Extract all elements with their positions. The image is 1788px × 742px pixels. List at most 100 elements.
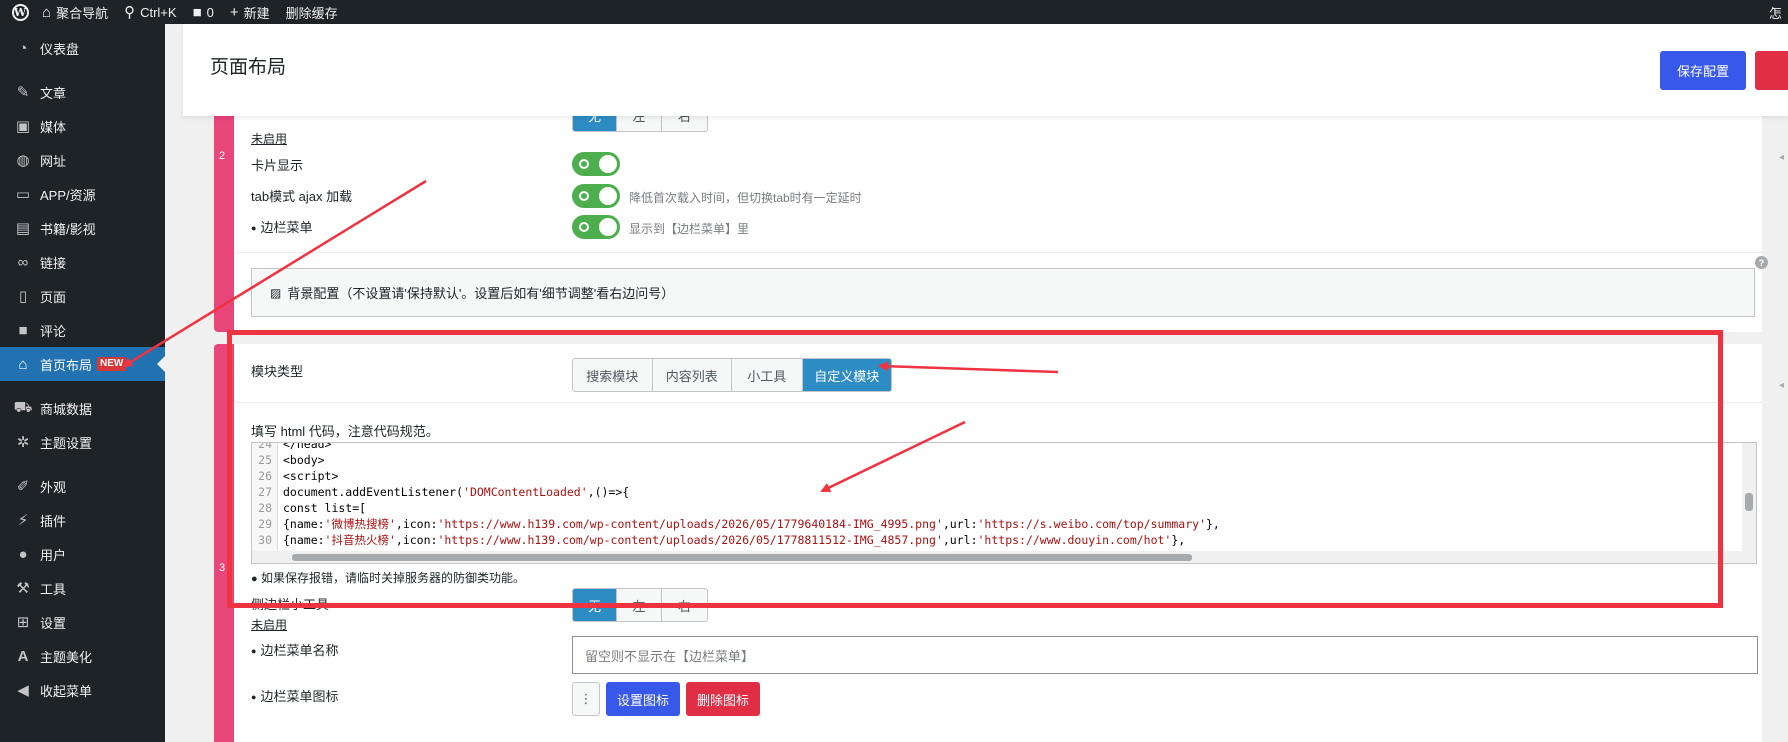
- reset-button[interactable]: [1755, 51, 1788, 90]
- sidebar-item-label: 外观: [40, 479, 67, 495]
- sidebar-menu-toggle[interactable]: [572, 215, 620, 239]
- sidebar-widget-left-button[interactable]: 左: [617, 589, 662, 621]
- sidebar-item-pages[interactable]: ▯ 页面: [0, 279, 165, 313]
- adminbar-comments[interactable]: ■ 0: [185, 0, 222, 24]
- sidebar-item-plugins[interactable]: ⚡ 插件: [0, 503, 165, 537]
- collapse-marker-icon: ◂: [1779, 152, 1785, 163]
- layout-panel-2: 2 无 左 右 未启用 卡片显示 tab模式 ajax 加载 降低首次载入时间，…: [214, 98, 1768, 332]
- sidebar-item-theme-settings[interactable]: ✲ 主题设置: [0, 425, 165, 459]
- tab-ajax-toggle[interactable]: [572, 184, 620, 208]
- sidebar-item-label: 用户: [40, 547, 67, 563]
- sidebar-collapse-menu[interactable]: ◀ 收起菜单: [0, 673, 165, 707]
- sidebar-item-media[interactable]: ▣ 媒体: [0, 109, 165, 143]
- brush-icon: ✐: [16, 478, 30, 495]
- help-icon[interactable]: ?: [1755, 256, 1768, 269]
- module-content-list-button[interactable]: 内容列表: [653, 359, 732, 391]
- info-icon: ●: [251, 573, 258, 585]
- icon-more-button[interactable]: ⋮: [572, 682, 600, 716]
- sidebar-item-label: 商城数据: [40, 401, 93, 417]
- sidebar-item-tools[interactable]: ⚒ 工具: [0, 571, 165, 605]
- sidebar-widget-none-button[interactable]: 无: [573, 589, 618, 621]
- sidebar-menu-icon-label: 边栏菜单图标: [251, 686, 338, 705]
- line-number: 24: [252, 443, 278, 452]
- tab-ajax-hint: 降低首次载入时间，但切换tab时有一定延时: [629, 191, 862, 205]
- sidebar-item-settings[interactable]: ⊞ 设置: [0, 605, 165, 639]
- sidebar-item-app[interactable]: ▭ APP/资源: [0, 177, 165, 211]
- sidebar-menu-label: 边栏菜单: [251, 217, 312, 236]
- panel-color-bar[interactable]: [214, 344, 234, 742]
- set-icon-button[interactable]: 设置图标: [606, 682, 680, 716]
- card-display-label: 卡片显示: [251, 158, 304, 173]
- sidebar-item-label: 页面: [40, 289, 67, 305]
- code-line: {name:'抖音热火榜',icon:'https://www.h139.com…: [283, 533, 1186, 547]
- line-number: 30: [252, 532, 278, 548]
- sidebar-item-posts[interactable]: ✎ 文章: [0, 75, 165, 109]
- horizontal-scroll-thumb[interactable]: [292, 554, 1192, 561]
- adminbar-new[interactable]: + 新建: [222, 0, 278, 24]
- home-icon: ⌂: [42, 3, 52, 21]
- home-icon: ⌂: [18, 355, 28, 373]
- wordpress-logo-icon[interactable]: W: [6, 0, 34, 24]
- adminbar-clear-cache[interactable]: 删除缓存: [278, 0, 346, 24]
- sidebar-item-comments[interactable]: ■ 评论: [0, 313, 165, 347]
- comment-icon: ■: [192, 3, 202, 21]
- line-number: 25: [252, 452, 278, 468]
- image-icon: ▨: [270, 285, 282, 300]
- page-title: 页面布局: [210, 57, 287, 78]
- media-icon: ▣: [15, 118, 31, 135]
- sidebar-widget-disabled-link[interactable]: 未启用: [251, 616, 287, 633]
- sidebar-item-label: 插件: [40, 513, 67, 529]
- sidebar-item-dashboard[interactable]: ◔ 仪表盘: [0, 31, 165, 65]
- panel-number: 2: [219, 150, 226, 162]
- panel-color-bar[interactable]: [214, 104, 234, 332]
- code-line: </head>: [283, 442, 332, 451]
- search-icon: ⚲: [124, 3, 136, 21]
- sidebar-menu-name-label: 边栏菜单名称: [251, 640, 338, 659]
- module-widget-button[interactable]: 小工具: [732, 359, 803, 391]
- main-content: 2 无 左 右 未启用 卡片显示 tab模式 ajax 加载 降低首次载入时间，…: [165, 24, 1788, 742]
- sidebar-widget-label: 侧边栏小工具: [251, 597, 330, 612]
- adminbar-account[interactable]: 怎: [1769, 0, 1782, 24]
- html-code-label: 填写 html 代码，注意代码规范。: [251, 424, 439, 439]
- sidebar-widget-right-button[interactable]: 右: [662, 589, 707, 621]
- sidebar-item-label: 链接: [40, 255, 67, 271]
- html-code-editor[interactable]: 24 </head> 25 <body> 26 <script> 27 document…: [251, 442, 1757, 564]
- horizontal-scrollbar[interactable]: [252, 551, 1756, 563]
- collapse-icon: ◀: [17, 682, 29, 699]
- vertical-scroll-thumb[interactable]: [1745, 493, 1753, 511]
- sidebar-item-sites[interactable]: ◍ 网址: [0, 143, 165, 177]
- adminbar-search[interactable]: ⚲ Ctrl+K: [116, 0, 184, 24]
- save-config-button[interactable]: 保存配置: [1660, 51, 1746, 90]
- module-search-button[interactable]: 搜索模块: [573, 359, 653, 391]
- adminbar-clear-cache-label: 删除缓存: [285, 5, 338, 21]
- disabled-link[interactable]: 未启用: [251, 130, 287, 147]
- remove-icon-button[interactable]: 删除图标: [686, 682, 760, 716]
- sidebar-widget-position-group: 无 左 右: [572, 588, 708, 622]
- sidebar-item-theme-beautify[interactable]: A 主题美化: [0, 639, 165, 673]
- background-config-accordion[interactable]: ▨ 背景配置（不设置请'保持默认'。设置后如有'细节调整'看右边问号）: [251, 268, 1755, 317]
- adminbar-account-label: 怎: [1768, 5, 1782, 21]
- adminbar-site-label: 聚合导航: [56, 5, 109, 21]
- sidebar-item-users[interactable]: ● 用户: [0, 537, 165, 571]
- module-custom-button[interactable]: 自定义模块: [802, 359, 891, 391]
- sidebar-item-home-layout[interactable]: ⌂ 首页布局 NEW: [0, 347, 165, 381]
- sidebar-item-label: 收起菜单: [40, 683, 93, 699]
- code-line: <script>: [283, 469, 339, 483]
- letter-a-icon: A: [17, 647, 29, 665]
- sidebar-item-label: 文章: [40, 85, 67, 101]
- sidebar-item-label: 媒体: [40, 119, 67, 135]
- sidebar-menu-name-input[interactable]: 留空则不显示在【边栏菜单】: [572, 636, 1758, 674]
- code-line: const list=[: [283, 501, 367, 515]
- sidebar-item-label: 评论: [40, 323, 67, 339]
- sidebar-item-books[interactable]: ▤ 书籍/影视: [0, 211, 165, 245]
- sidebar-item-appearance[interactable]: ✐ 外观: [0, 469, 165, 503]
- vertical-scrollbar[interactable]: [1742, 443, 1756, 553]
- sidebar-item-shop-data[interactable]: ⛟ 商城数据: [0, 391, 165, 425]
- adminbar-new-label: 新建: [243, 5, 270, 21]
- collapse-marker-icon: ◂: [1779, 380, 1785, 391]
- card-display-toggle[interactable]: [572, 152, 620, 176]
- adminbar-comments-count: 0: [206, 4, 214, 20]
- sidebar-item-links[interactable]: ∞ 链接: [0, 245, 165, 279]
- adminbar-site-link[interactable]: ⌂ 聚合导航: [34, 0, 116, 24]
- archive-icon: ▭: [15, 186, 31, 203]
